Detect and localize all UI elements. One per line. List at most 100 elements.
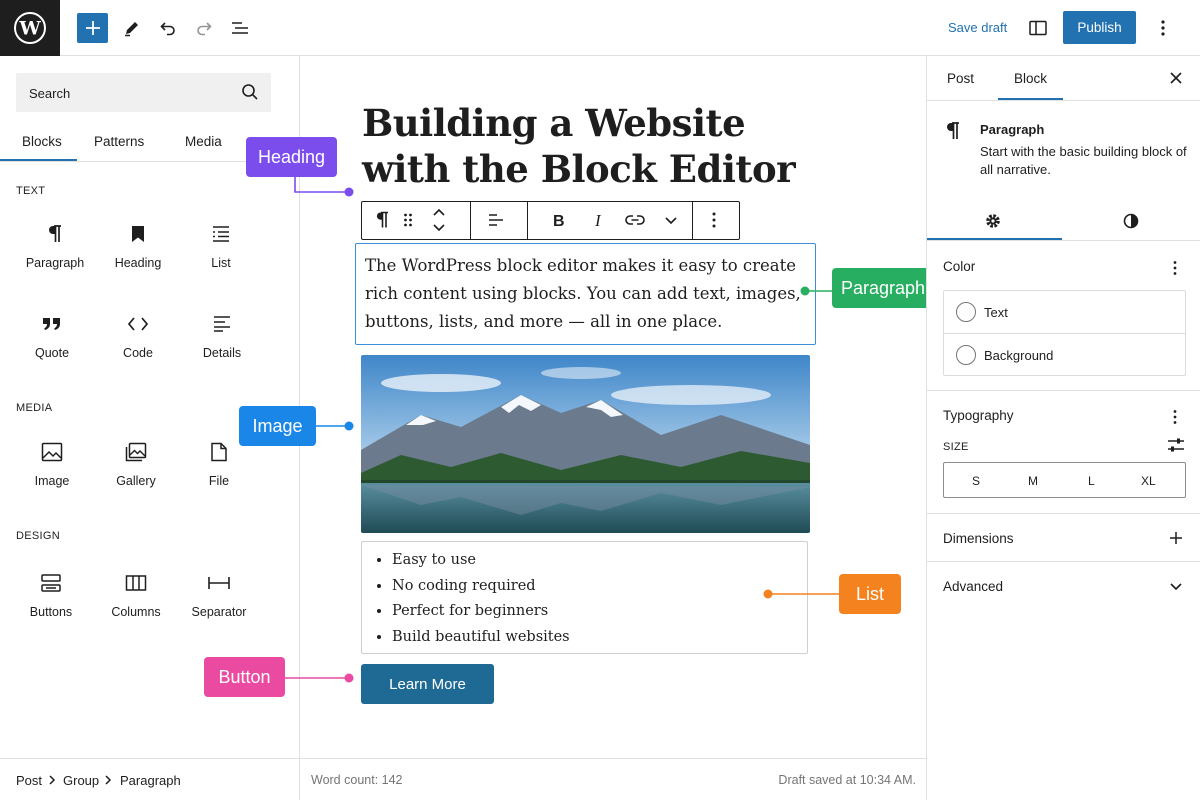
gallery-icon [125,442,147,462]
block-paragraph[interactable]: Paragraph [15,220,95,290]
tab-patterns[interactable]: Patterns [94,134,144,149]
quote-icon [43,318,60,330]
breadcrumb-post[interactable]: Post [16,773,42,788]
chevron-down-icon[interactable] [664,211,678,229]
divider [927,561,1200,562]
search-input[interactable]: Search [16,73,271,112]
pilcrow-icon [49,225,61,242]
document-overview-button[interactable] [224,12,256,44]
draft-saved-status: Draft saved at 10:34 AM. [778,773,916,787]
styles-icon[interactable] [1123,213,1139,229]
tab-post[interactable]: Post [947,71,974,86]
chevron-right-icon [49,775,56,785]
close-icon[interactable] [1169,71,1183,85]
category-design-label: DESIGN [16,530,60,542]
color-option-label: Background [984,348,1054,363]
block-quote[interactable]: Quote [12,310,92,380]
size-option-m[interactable]: M [1028,474,1038,488]
color-option-label: Text [984,305,1008,320]
tools-button[interactable] [116,12,148,44]
size-option-l[interactable]: L [1088,474,1095,488]
link-icon[interactable] [625,211,645,229]
more-vertical-icon [1161,20,1165,36]
block-details[interactable]: Details [182,310,262,380]
settings-sliders-icon[interactable] [1167,437,1185,453]
chevron-right-icon [105,775,112,785]
block-label: Separator [191,605,247,619]
block-settings-tabs [927,201,1200,241]
top-toolbar: W Save draft Publish [0,0,1200,56]
block-card-description: Start with the basic building block of a… [980,144,1187,177]
redo-button[interactable] [188,12,220,44]
code-icon [127,317,149,331]
undo-button[interactable] [152,12,184,44]
typography-panel-title[interactable]: Typography [943,408,1014,423]
font-size-picker: S M L XL [943,462,1186,498]
move-up-down-icon[interactable] [432,206,446,234]
advanced-panel-title[interactable]: Advanced [943,579,1003,594]
image-callout: Image [239,406,316,446]
mountain-lake-image [361,355,810,533]
breadcrumb-paragraph[interactable]: Paragraph [120,773,181,788]
pilcrow-icon[interactable] [375,211,389,229]
list-callout: List [839,574,901,614]
size-label: SIZE [943,441,969,453]
block-image[interactable]: Image [12,438,92,508]
publish-button[interactable]: Publish [1063,11,1136,44]
tab-block[interactable]: Block [1014,71,1047,86]
tab-blocks[interactable]: Blocks [22,134,62,149]
list-item[interactable]: No coding required [392,574,570,600]
wordpress-logo-button[interactable]: W [0,0,60,56]
block-heading[interactable]: Heading [98,220,178,290]
chevron-down-icon[interactable] [1169,582,1183,592]
add-block-button[interactable] [77,13,108,43]
more-vertical-icon[interactable] [711,211,717,229]
drag-handle-icon[interactable] [403,211,413,229]
search-icon [242,84,258,100]
breadcrumb-group[interactable]: Group [63,773,99,788]
bold-icon[interactable]: B [552,211,566,229]
block-buttons[interactable]: Buttons [11,569,91,639]
divider [927,513,1200,514]
options-button[interactable] [1147,12,1179,44]
color-panel-title[interactable]: Color [943,259,975,274]
block-label: Details [202,346,242,360]
dimensions-panel-title[interactable]: Dimensions [943,531,1014,546]
active-tab-indicator [927,238,1062,240]
italic-icon[interactable]: I [594,211,606,229]
list-item[interactable]: Easy to use [392,548,570,574]
color-background-option[interactable]: Background [944,334,1185,376]
file-icon [211,442,227,462]
block-code[interactable]: Code [98,310,178,380]
tab-media[interactable]: Media [185,134,222,149]
align-icon[interactable] [487,211,505,229]
sidebar-toggle-icon [1029,20,1047,36]
color-text-option[interactable]: Text [944,291,1185,333]
paragraph-block[interactable]: The WordPress block editor makes it easy… [355,243,816,345]
block-label: List [211,256,231,270]
more-vertical-icon[interactable] [1172,409,1178,425]
paragraph-text[interactable]: The WordPress block editor makes it easy… [365,252,805,336]
block-card: Paragraph Start with the basic building … [927,101,1200,201]
list-item[interactable]: Build beautiful websites [392,625,570,651]
post-title[interactable]: Building a Website with the Block Editor [362,100,842,192]
list-block[interactable]: Easy to use No coding required Perfect f… [361,541,808,654]
image-block[interactable] [361,355,810,533]
block-columns[interactable]: Columns [96,569,176,639]
block-card-title: Paragraph [980,122,1045,137]
size-option-xl[interactable]: XL [1141,474,1156,488]
gear-icon[interactable] [985,213,1001,229]
size-option-s[interactable]: S [972,474,980,488]
learn-more-button[interactable]: Learn More [361,664,494,704]
block-file[interactable]: File [179,438,259,508]
block-label: File [208,474,230,488]
view-button[interactable] [1022,12,1054,44]
save-draft-button[interactable]: Save draft [948,20,1007,35]
canvas-status-bar: Word count: 142 Draft saved at 10:34 AM. [300,758,926,800]
block-separator[interactable]: Separator [179,569,259,639]
block-list[interactable]: List [181,220,261,290]
block-gallery[interactable]: Gallery [96,438,176,508]
list-item[interactable]: Perfect for beginners [392,599,570,625]
more-vertical-icon[interactable] [1172,260,1178,276]
plus-icon[interactable] [1169,531,1183,545]
